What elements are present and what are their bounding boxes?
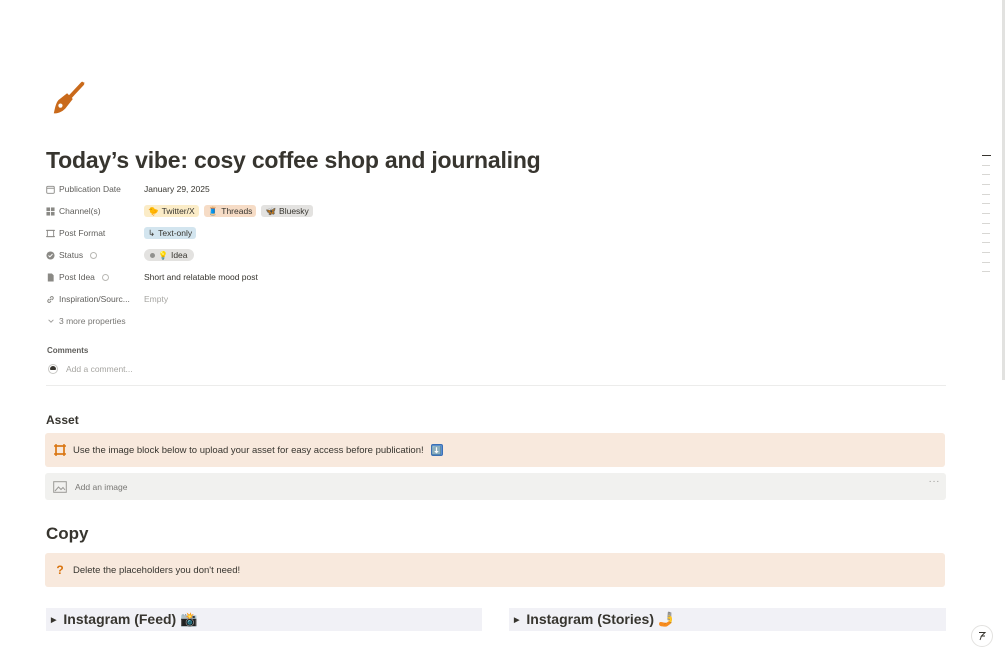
copy-callout[interactable]: ? Delete the placeholders you don't need…: [45, 553, 945, 587]
frame-icon: [46, 229, 55, 237]
down-arrow-icon: ⬇️: [430, 444, 443, 456]
page-outline[interactable]: [982, 155, 992, 281]
copy-callout-text: Delete the placeholders you don't need!: [73, 564, 241, 576]
avatar: [48, 364, 58, 374]
toggle-instagram-stories[interactable]: ▶ Instagram (Stories) 🤳: [509, 608, 946, 631]
add-image-block[interactable]: Add an image ···: [45, 473, 946, 500]
post-format-value[interactable]: ↳ Text-only: [144, 227, 197, 239]
channel-tag: 🧵 Threads: [203, 205, 257, 217]
status-dot-icon: [150, 252, 155, 258]
toggle-label: Instagram (Stories) 🤳: [526, 611, 676, 627]
outline-line[interactable]: [982, 184, 990, 186]
calendar-icon: [46, 185, 55, 194]
outline-line[interactable]: [982, 203, 990, 205]
pen-nib-icon: [979, 632, 987, 641]
outline-line[interactable]: [982, 261, 990, 263]
status-value[interactable]: 💡 Idea: [144, 249, 194, 261]
asset-callout-text: Use the image block below to upload your…: [73, 444, 424, 456]
outline-line[interactable]: [982, 232, 990, 234]
channel-tag: 🐤 Twitter/X: [144, 205, 199, 217]
channels-value[interactable]: 🐤 Twitter/X 🧵 Threads 🦋 Bluesky: [144, 205, 313, 217]
outline-line[interactable]: [982, 193, 990, 195]
post-idea-value[interactable]: Short and relatable mood post: [144, 272, 258, 282]
publication-date-value[interactable]: January 29, 2025: [144, 184, 210, 194]
page-title[interactable]: Today’s vibe: cosy coffee shop and journ…: [46, 147, 541, 174]
inspiration-source-value[interactable]: Empty: [144, 294, 168, 304]
outline-line[interactable]: [982, 213, 990, 215]
info-icon[interactable]: [101, 273, 109, 281]
more-options-icon[interactable]: ···: [929, 476, 941, 487]
help-button[interactable]: [971, 625, 993, 647]
image-icon: [53, 480, 67, 493]
add-comment-field[interactable]: Add a comment...: [48, 364, 133, 374]
channel-tag: 🦋 Bluesky: [261, 205, 313, 217]
paintbrush-icon: [53, 81, 86, 114]
asset-heading[interactable]: Asset: [46, 413, 79, 427]
property-label: Inspiration/Sourc...: [59, 294, 130, 304]
outline-line[interactable]: [982, 222, 990, 224]
comments-heading: Comments: [47, 346, 89, 355]
property-publication-date[interactable]: Publication Date January 29, 2025: [46, 178, 466, 200]
property-status[interactable]: Status 💡 Idea: [46, 244, 466, 266]
property-label: Channel(s): [59, 206, 101, 216]
property-label: Post Idea: [59, 272, 95, 282]
grid-icon: [46, 206, 55, 216]
document-icon: [47, 272, 54, 282]
properties-panel: Publication Date January 29, 2025 Channe…: [46, 178, 466, 310]
status-icon: [46, 250, 55, 260]
property-post-idea[interactable]: Post Idea Short and relatable mood post: [46, 266, 466, 288]
copy-heading[interactable]: Copy: [46, 524, 89, 544]
triangle-right-icon[interactable]: ▶: [514, 616, 519, 624]
more-properties-label: 3 more properties: [59, 316, 126, 326]
property-post-format[interactable]: Post Format ↳ Text-only: [46, 222, 466, 244]
arrow-icon: ↳: [148, 227, 156, 238]
toggle-label: Instagram (Feed) 📸: [63, 611, 198, 627]
outline-line[interactable]: [982, 155, 991, 156]
lightbulb-icon: 💡: [158, 250, 168, 260]
info-icon[interactable]: [90, 251, 98, 259]
status-badge: 💡 Idea: [144, 249, 194, 261]
asset-callout[interactable]: Use the image block below to upload your…: [45, 433, 945, 467]
property-label: Status: [59, 250, 84, 260]
outline-line[interactable]: [982, 271, 990, 273]
thread-spool-icon: 🧵: [207, 205, 219, 216]
add-image-label: Add an image: [75, 481, 128, 492]
outline-line[interactable]: [982, 242, 990, 244]
chevron-down-icon: [48, 319, 54, 323]
comment-placeholder: Add a comment...: [66, 364, 133, 374]
outline-line[interactable]: [982, 164, 990, 166]
property-channels[interactable]: Channel(s) 🐤 Twitter/X 🧵 Threads 🦋 Bluesky: [46, 200, 466, 222]
bird-icon: 🐤: [148, 205, 159, 216]
more-properties-toggle[interactable]: 3 more properties: [47, 316, 126, 326]
question-mark-icon: ?: [56, 563, 64, 577]
format-tag: ↳ Text-only: [144, 227, 197, 239]
property-inspiration-source[interactable]: Inspiration/Sourc... Empty: [46, 288, 466, 310]
butterfly-icon: 🦋: [265, 205, 277, 216]
property-label: Publication Date: [59, 184, 121, 194]
link-icon: [47, 295, 54, 303]
frame-icon: [54, 444, 66, 456]
outline-line[interactable]: [982, 251, 990, 253]
divider: [46, 385, 946, 386]
toggle-instagram-feed[interactable]: ▶ Instagram (Feed) 📸: [46, 608, 482, 631]
property-label: Post Format: [59, 228, 106, 238]
outline-line[interactable]: [982, 174, 990, 176]
triangle-right-icon[interactable]: ▶: [51, 616, 56, 624]
